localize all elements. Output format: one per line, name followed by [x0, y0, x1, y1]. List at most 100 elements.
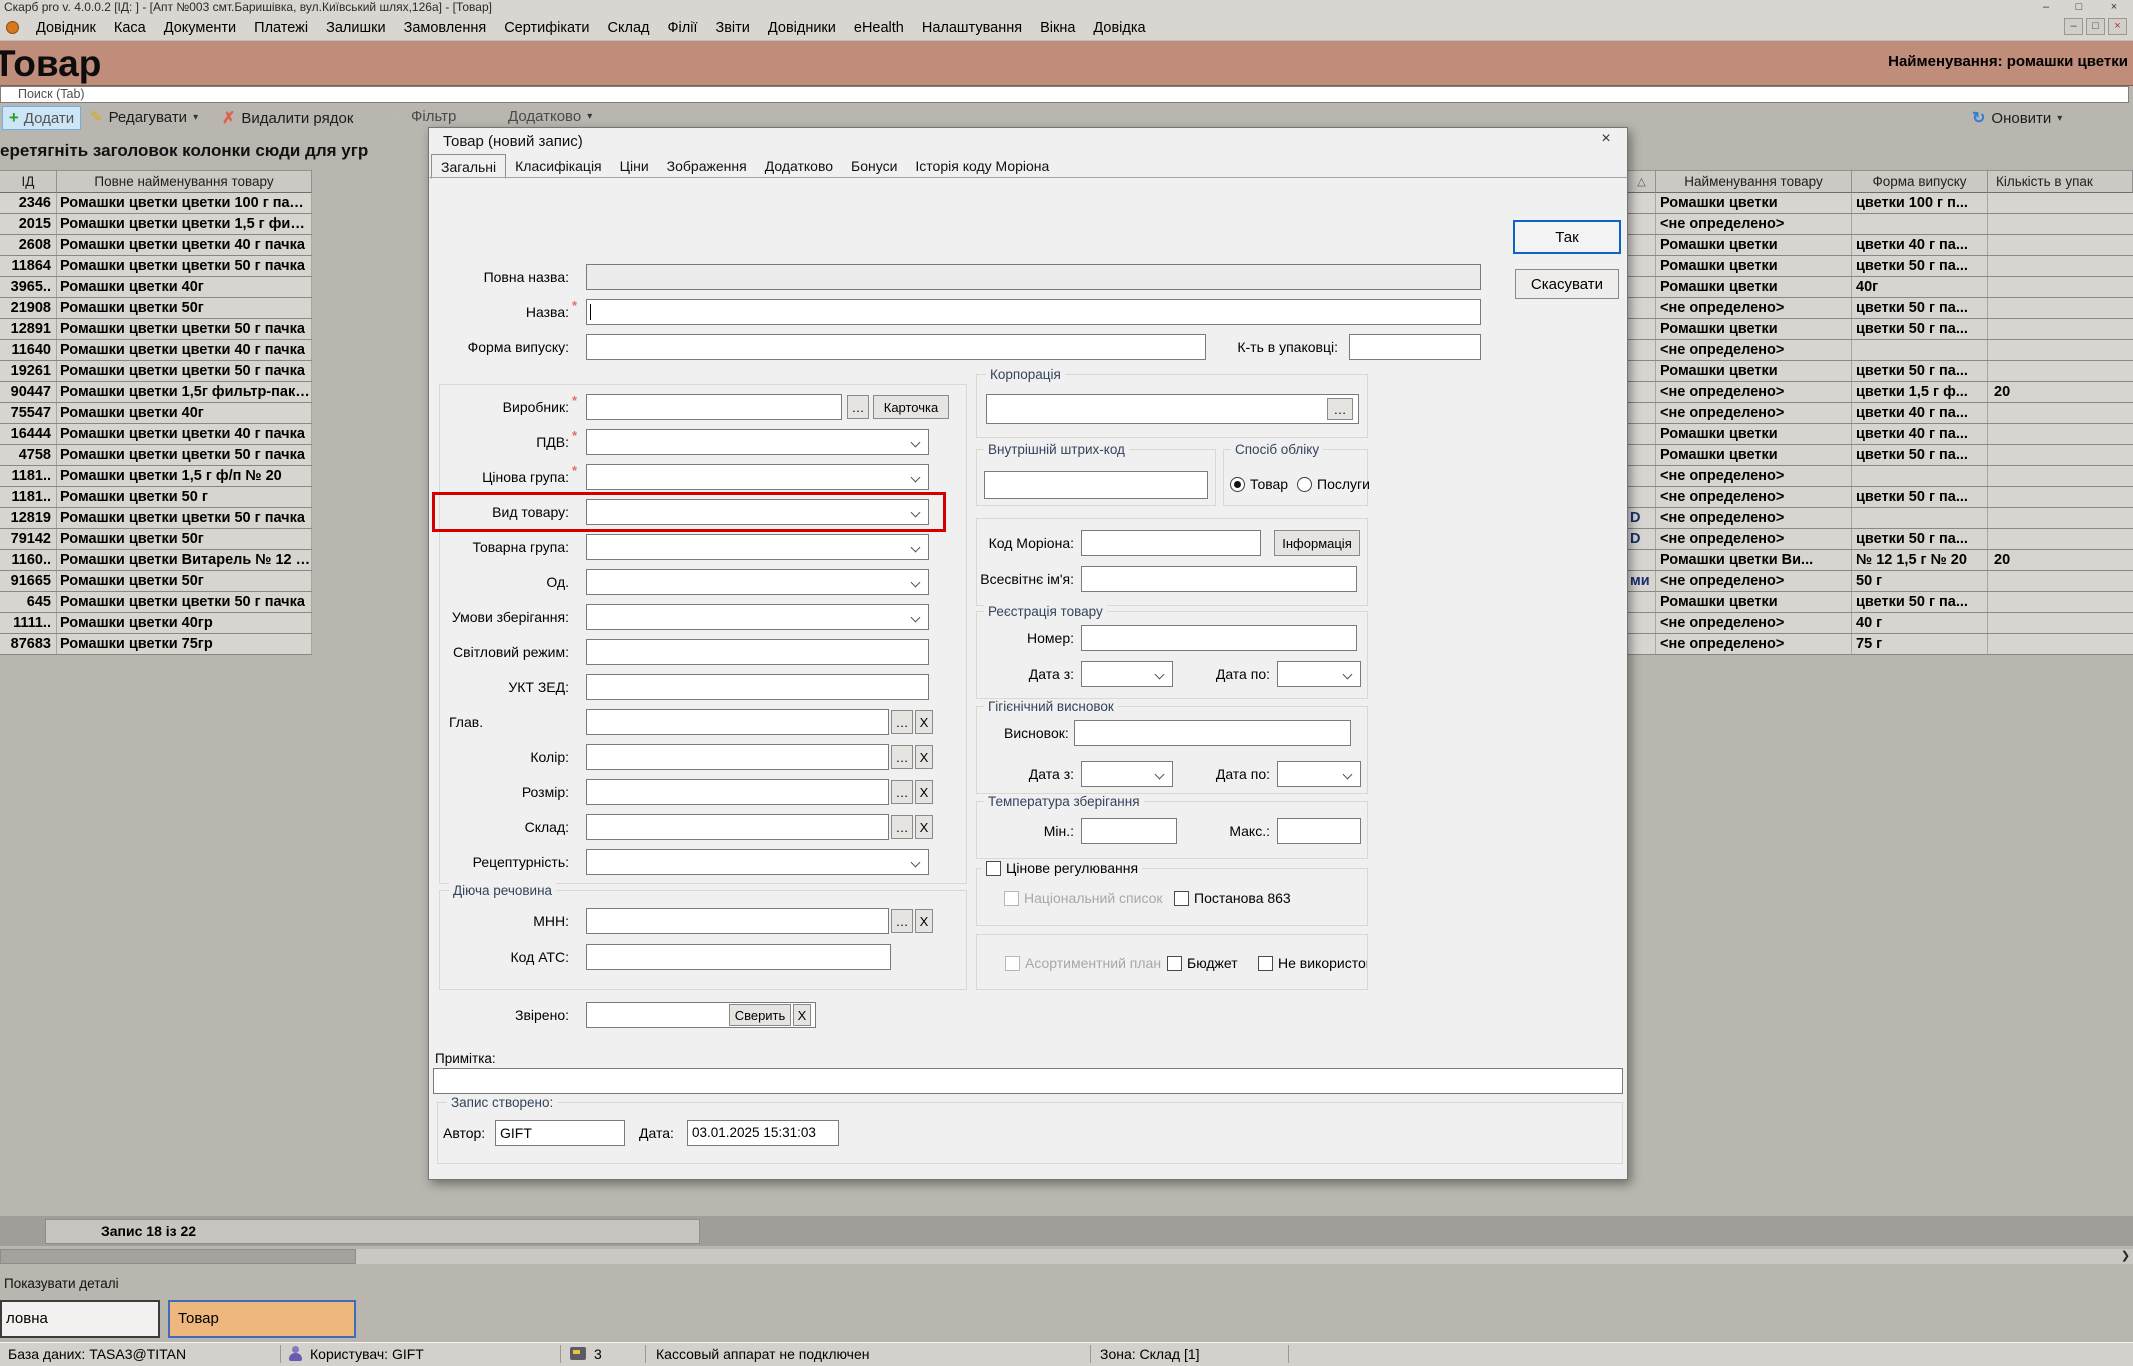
table-row[interactable]: <не определено>цветки 1,5 г ф...20 [1628, 382, 2133, 403]
field-input[interactable] [586, 744, 889, 770]
name-input[interactable] [586, 299, 1481, 325]
menu-item-Платежі[interactable]: Платежі [245, 15, 317, 41]
field-combo[interactable] [586, 534, 929, 560]
field-combo[interactable] [586, 464, 929, 490]
table-row[interactable]: Ромашки цветкицветки 50 г па... [1628, 361, 2133, 382]
lookup-button[interactable]: … [891, 780, 913, 804]
lookup-button[interactable]: … [891, 710, 913, 734]
table-row[interactable]: Ромашки цветки40г [1628, 277, 2133, 298]
table-row[interactable]: 4758Ромашки цветки цветки 50 г пачка [0, 445, 312, 466]
release-form-input[interactable] [586, 334, 1206, 360]
mdi-close-icon[interactable]: × [2108, 18, 2127, 35]
clear-button[interactable]: X [915, 745, 933, 769]
dialog-tab-7[interactable]: Історія коду Моріона [906, 155, 1058, 178]
table-row[interactable]: Ромашки цветкицветки 50 г па... [1628, 256, 2133, 277]
column-header-full-name[interactable]: Повне найменування товару [57, 170, 312, 193]
menu-item-Довідник[interactable]: Довідник [27, 15, 105, 41]
column-header-id[interactable]: ІД [0, 170, 57, 193]
morion-code-input[interactable] [1081, 530, 1261, 556]
table-row[interactable]: Ромашки цветкицветки 40 г па... [1628, 235, 2133, 256]
field-combo[interactable] [586, 604, 929, 630]
verify-clear-button[interactable]: X [793, 1004, 811, 1026]
budget-checkbox[interactable]: Бюджет [1167, 955, 1238, 971]
more-button[interactable]: Додатково ▾ [508, 108, 592, 125]
menu-item-Налаштування[interactable]: Налаштування [913, 15, 1031, 41]
table-row[interactable]: 645Ромашки цветки цветки 50 г пачка [0, 592, 312, 613]
lookup-button[interactable]: … [891, 815, 913, 839]
mdi-restore-icon[interactable]: □ [2086, 18, 2105, 35]
menu-item-Залишки[interactable]: Залишки [317, 15, 394, 41]
table-row[interactable]: 2015Ромашки цветки цветки 1,5 г фильтр-п… [0, 214, 312, 235]
dialog-tab-1[interactable]: Загальні [431, 154, 506, 179]
temp-max-input[interactable] [1277, 818, 1361, 844]
author-value[interactable]: GIFT [495, 1120, 625, 1146]
field-input[interactable] [586, 814, 889, 840]
column-header-qty[interactable]: Кількість в упак [1988, 170, 2133, 193]
table-row[interactable]: <не определено>цветки 40 г па... [1628, 403, 2133, 424]
hygiene-date-from-combo[interactable] [1081, 761, 1173, 787]
table-row[interactable]: <не определено> [1628, 466, 2133, 487]
table-row[interactable]: Ромашки цветкицветки 50 г па... [1628, 592, 2133, 613]
table-row[interactable]: 1181..Ромашки цветки 50 г [0, 487, 312, 508]
menu-item-Склад[interactable]: Склад [599, 15, 659, 41]
edit-button[interactable]: ✎ Редагувати ▾ [90, 108, 198, 126]
table-row[interactable]: 90447Ромашки цветки 1,5г фильтр-пакет №2… [0, 382, 312, 403]
table-row[interactable]: 2608Ромашки цветки цветки 40 г пачка [0, 235, 312, 256]
mnn-input[interactable] [586, 908, 889, 934]
cancel-button[interactable]: Скасувати [1515, 269, 1619, 299]
menu-item-Каса[interactable]: Каса [105, 15, 155, 41]
table-row[interactable]: D<не определено>цветки 50 г па... [1628, 529, 2133, 550]
menu-item-Документи[interactable]: Документи [155, 15, 245, 41]
menu-item-Сертифікати[interactable]: Сертифікати [495, 15, 598, 41]
atc-input[interactable] [586, 944, 891, 970]
column-header-form[interactable]: Форма випуску [1852, 170, 1988, 193]
table-row[interactable]: Ромашки цветкицветки 50 г па... [1628, 445, 2133, 466]
dialog-tab-2[interactable]: Класифікація [506, 155, 611, 178]
tab-main[interactable]: ловна [0, 1300, 160, 1338]
barcode-input[interactable] [984, 471, 1208, 499]
table-row[interactable]: 1111..Ромашки цветки 40гр [0, 613, 312, 634]
maximize-icon[interactable]: □ [2066, 1, 2092, 14]
table-row[interactable]: 79142Ромашки цветки 50г [0, 529, 312, 550]
table-row[interactable]: <не определено>цветки 50 г па... [1628, 487, 2133, 508]
national-list-checkbox[interactable]: Національний список [1004, 890, 1163, 906]
field-input[interactable] [586, 779, 889, 805]
table-row[interactable]: 12891Ромашки цветки цветки 50 г пачка [0, 319, 312, 340]
table-row[interactable]: 11640Ромашки цветки цветки 40 г пачка [0, 340, 312, 361]
info-button[interactable]: Інформація [1274, 530, 1360, 556]
table-row[interactable]: 2346Ромашки цветки цветки 100 г пачка [0, 193, 312, 214]
radio-goods[interactable]: Товар [1230, 476, 1288, 492]
hygiene-date-to-combo[interactable] [1277, 761, 1361, 787]
table-row[interactable]: 1160..Ромашки цветки Витарель № 12 1,5 г… [0, 550, 312, 571]
decree-863-checkbox[interactable]: Постанова 863 [1174, 890, 1291, 906]
table-row[interactable]: 21908Ромашки цветки 50г [0, 298, 312, 319]
ok-button[interactable]: Так [1513, 220, 1621, 254]
column-header-sort-icon[interactable]: △ [1628, 170, 1656, 193]
dialog-close-icon[interactable]: × [1593, 130, 1619, 150]
pack-qty-input[interactable] [1349, 334, 1481, 360]
table-row[interactable]: <не определено> [1628, 214, 2133, 235]
reg-date-from-combo[interactable] [1081, 661, 1173, 687]
reg-number-input[interactable] [1081, 625, 1357, 651]
menu-item-Довідники[interactable]: Довідники [759, 15, 845, 41]
scrollbar-thumb[interactable] [0, 1249, 356, 1264]
menu-item-Вікна[interactable]: Вікна [1031, 15, 1084, 41]
corporation-input[interactable] [986, 394, 1359, 424]
assortment-plan-checkbox[interactable]: Асортиментний план [1005, 955, 1161, 971]
field-input[interactable] [586, 709, 889, 735]
add-button[interactable]: + Додати [2, 106, 81, 130]
reg-date-to-combo[interactable] [1277, 661, 1361, 687]
table-row[interactable]: 87683Ромашки цветки 75гр [0, 634, 312, 655]
dialog-tab-4[interactable]: Зображення [658, 155, 756, 178]
menu-item-Звіти[interactable]: Звіти [706, 15, 758, 41]
delete-row-button[interactable]: ✗ Видалити рядок [222, 108, 353, 128]
table-row[interactable]: <не определено>цветки 50 г па... [1628, 298, 2133, 319]
table-row[interactable]: D<не определено> [1628, 508, 2133, 529]
table-row[interactable]: Ромашки цветкицветки 50 г па... [1628, 319, 2133, 340]
dialog-tab-6[interactable]: Бонуси [842, 155, 906, 178]
table-row[interactable]: <не определено> [1628, 340, 2133, 361]
table-row[interactable]: 19261Ромашки цветки цветки 50 г пачка [0, 361, 312, 382]
field-input[interactable] [586, 394, 842, 420]
mnn-clear-button[interactable]: X [915, 909, 933, 933]
column-header-name[interactable]: Найменування товару [1656, 170, 1852, 193]
